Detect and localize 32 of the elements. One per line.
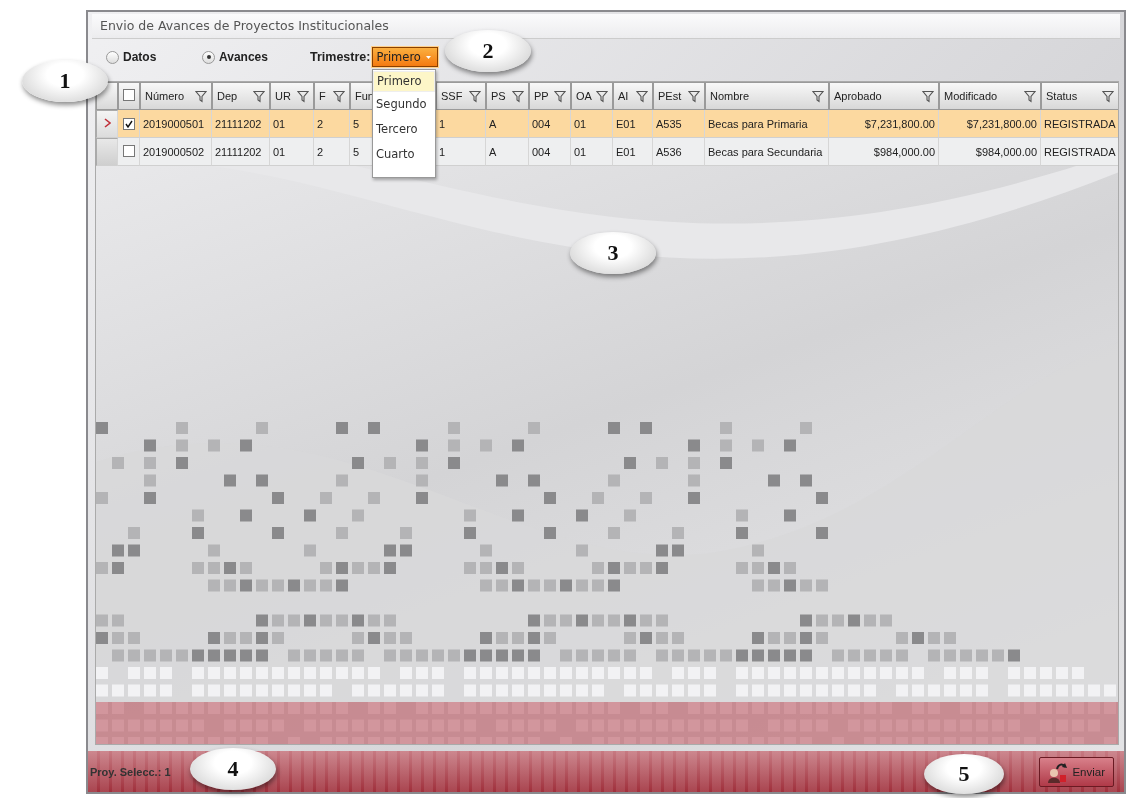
table-cell: 01 (270, 138, 314, 166)
table-cell: 1 (436, 110, 486, 138)
table-cell: A535 (653, 110, 705, 138)
table-cell: 2019000502 (140, 138, 212, 166)
table-cell: A (486, 110, 529, 138)
table-cell: A536 (653, 138, 705, 166)
table-cell: $984,000.00 (829, 138, 939, 166)
table-cell: 01 (571, 138, 613, 166)
table-cell: 004 (529, 138, 571, 166)
table-cell: Becas para Secundaria (705, 138, 829, 166)
table-cell: 21111202 (212, 110, 270, 138)
table-cell: 2 (314, 138, 350, 166)
selected-count: Proy. Selecc.: 1 (90, 765, 171, 778)
table-cell: Becas para Primaria (705, 110, 829, 138)
table-cell: $7,231,800.00 (939, 110, 1041, 138)
table-cell: 004 (529, 110, 571, 138)
table-cell: 1 (436, 138, 486, 166)
field-label: Trimestre: (310, 50, 371, 64)
table-cell: A (486, 138, 529, 166)
table-cell: 01 (571, 110, 613, 138)
table-cell: 2019000501 (140, 110, 212, 138)
table-cell: 01 (270, 110, 314, 138)
table-cell: REGISTRADA (1041, 110, 1118, 138)
table-cell: $7,231,800.00 (829, 110, 939, 138)
table-cell: 21111202 (212, 138, 270, 166)
table-cell: E01 (613, 138, 653, 166)
table-cell: REGISTRADA (1041, 138, 1118, 166)
table-cell: E01 (613, 110, 653, 138)
table-cell: 2 (314, 110, 350, 138)
window-title: Envio de Avances de Proyectos Institucionales (92, 14, 1120, 39)
table-cell: $984,000.00 (939, 138, 1041, 166)
callout-badge: 1 (22, 60, 108, 102)
